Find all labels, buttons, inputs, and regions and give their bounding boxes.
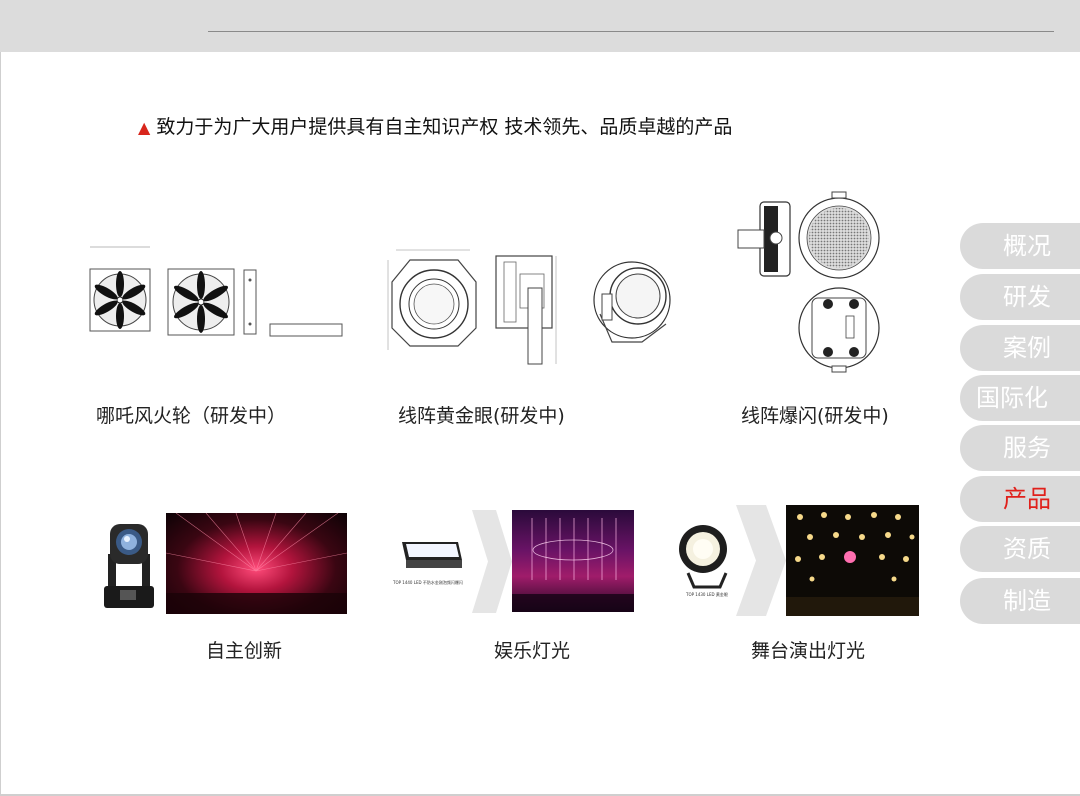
entertainment-show-photo <box>512 510 634 612</box>
category-caption-entertainment: 娱乐灯光 <box>494 640 571 662</box>
strobe-product-tag: TOP 1440 LED 不防水金刚泡频闪爆闪 <box>393 580 463 585</box>
nav-tab-label: 国际化 <box>976 384 1048 412</box>
nav-tab-label: 服务 <box>1003 434 1051 462</box>
nav-tab-international[interactable]: 国际化 <box>960 375 1080 421</box>
category-caption-stage: 舞台演出灯光 <box>751 640 866 662</box>
product-caption-golden-eye: 线阵黄金眼(研发中) <box>398 405 565 427</box>
moving-head-light-image <box>104 524 154 608</box>
chevron-divider-2 <box>736 505 786 616</box>
nav-tab-overview[interactable]: 概况 <box>960 223 1080 269</box>
nav-tab-label: 产品 <box>1003 485 1051 513</box>
nav-tab-products[interactable]: 产品 <box>960 476 1080 522</box>
top-bar <box>0 0 1080 52</box>
nav-tab-rd[interactable]: 研发 <box>960 274 1080 320</box>
category-caption-innovation: 自主创新 <box>206 640 283 662</box>
nav-tab-label: 案例 <box>1003 334 1051 362</box>
stage-performance-photo <box>786 505 919 616</box>
strobe-drawing <box>737 191 880 373</box>
nav-tab-label: 资质 <box>1003 535 1051 563</box>
nav-tab-service[interactable]: 服务 <box>960 425 1080 471</box>
chevron-divider-1 <box>472 510 512 613</box>
product-caption-strobe: 线阵爆闪(研发中) <box>741 405 889 427</box>
nav-tab-label: 研发 <box>1003 283 1051 311</box>
page-headline: ▲ 致力于为广大用户提供具有自主知识产权 技术领先、品质卓越的产品 <box>138 112 732 139</box>
headline-text: 致力于为广大用户提供具有自主知识产权 技术领先、品质卓越的产品 <box>156 116 733 138</box>
nav-tab-qualification[interactable]: 资质 <box>960 526 1080 572</box>
nav-tab-manufacturing[interactable]: 制造 <box>960 578 1080 624</box>
golden-eye-light-image <box>679 525 728 589</box>
golden-eye-product-tag: TOP 1430 LED 黄金眼 <box>686 592 728 597</box>
product-caption-fan-wheel: 哪吒风火轮（研发中） <box>96 405 287 427</box>
strobe-light-image <box>402 542 462 568</box>
fan-wheel-drawing <box>89 246 343 337</box>
stage-show-photo <box>166 513 347 614</box>
header-rule <box>208 31 1054 32</box>
frame-border-left <box>0 52 1 796</box>
nav-tab-label: 制造 <box>1003 587 1051 615</box>
nav-tab-label: 概况 <box>1003 232 1051 260</box>
triangle-bullet-icon: ▲ <box>138 118 151 137</box>
golden-eye-drawing <box>387 249 671 365</box>
nav-tab-cases[interactable]: 案例 <box>960 325 1080 371</box>
